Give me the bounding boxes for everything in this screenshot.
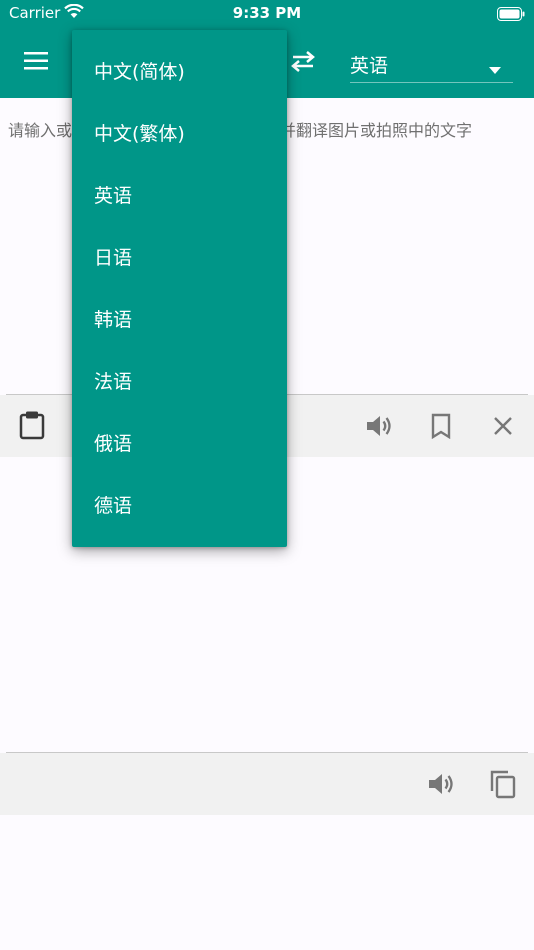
clock: 9:33 PM xyxy=(232,4,302,22)
menu-item-english[interactable]: 英语 xyxy=(72,165,287,227)
status-bar: Carrier 9:33 PM xyxy=(0,0,534,28)
target-language-label: 英语 xyxy=(350,55,389,77)
menu-item-korean[interactable]: 韩语 xyxy=(72,289,287,351)
battery-icon xyxy=(497,6,525,25)
speaker-icon[interactable] xyxy=(427,771,455,801)
clipboard-icon[interactable] xyxy=(19,410,45,444)
menu-item-japanese[interactable]: 日语 xyxy=(72,227,287,289)
menu-icon[interactable] xyxy=(24,52,48,74)
menu-item-german[interactable]: 德语 xyxy=(72,475,287,537)
dropdown-arrow-icon xyxy=(489,59,501,78)
speaker-icon[interactable] xyxy=(365,413,393,443)
target-language-select[interactable]: 英语 xyxy=(350,44,513,83)
language-dropdown-menu: 中文(简体) 中文(繁体) 英语 日语 韩语 法语 俄语 德语 xyxy=(72,30,287,547)
menu-item-russian[interactable]: 俄语 xyxy=(72,413,287,475)
result-toolbar xyxy=(0,753,534,815)
menu-item-french[interactable]: 法语 xyxy=(72,351,287,413)
bookmark-icon[interactable] xyxy=(430,413,452,443)
copy-icon[interactable] xyxy=(489,769,517,803)
menu-item-chinese-simplified[interactable]: 中文(简体) xyxy=(72,41,287,103)
swap-languages-icon[interactable] xyxy=(290,50,316,76)
menu-item-chinese-traditional[interactable]: 中文(繁体) xyxy=(72,103,287,165)
close-icon[interactable] xyxy=(493,416,513,440)
